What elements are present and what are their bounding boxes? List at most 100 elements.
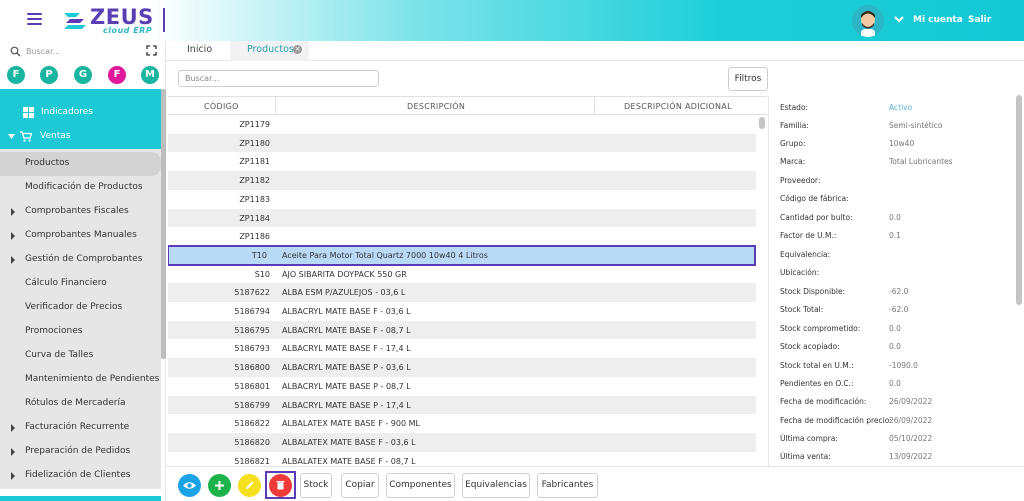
detail-familia: Familia: Semi-sintético	[769, 117, 1015, 135]
table-row[interactable]: 5186793 ALBACRYL MATE BASE F - 17,4 L	[168, 339, 756, 358]
account-link[interactable]: Mi cuenta	[913, 15, 963, 25]
detail-value: 26/09/2022	[889, 397, 933, 406]
sidebar-item-modificacion-productos[interactable]: Modificación de Productos	[0, 176, 161, 200]
manufacturers-button[interactable]: Fabricantes	[537, 473, 598, 498]
table-row[interactable]: ZP1184	[168, 208, 756, 228]
sidebar-item-ventas[interactable]: Ventas	[0, 125, 161, 149]
equivalences-button[interactable]: Equivalencias	[462, 473, 530, 498]
column-header-descripcion[interactable]: DESCRIPCIÓN	[407, 102, 465, 111]
detail-value: -1090.0	[889, 361, 918, 370]
table-row[interactable]: ZP1181	[168, 152, 756, 171]
sidebar-item-comprobantes-fiscales[interactable]: Comprobantes Fiscales	[0, 200, 161, 224]
sidebar-item-promociones[interactable]: Promociones	[0, 320, 161, 344]
detail-value: Total Lubricantes	[889, 157, 953, 166]
sidebar-item-verificador-precios[interactable]: Verificador de Precios	[0, 296, 161, 320]
components-button[interactable]: Componentes	[386, 473, 455, 498]
table-row[interactable]: 5186799 ALBACRYL MATE BASE P - 17,4 L	[168, 395, 756, 415]
row-code: 5186794	[234, 307, 270, 316]
detail-value: 0.0	[889, 379, 901, 388]
hamburger-icon[interactable]	[27, 13, 42, 26]
quick-links: F P G F M	[7, 66, 163, 86]
header-divider	[163, 8, 165, 32]
detail-value: 13/09/2022	[889, 452, 933, 461]
delete-button[interactable]	[269, 474, 292, 497]
sidebar-item-label: Fidelización de Clientes	[25, 470, 131, 480]
sidebar-item-label: Ventas	[40, 131, 71, 141]
quick-link-f2[interactable]: F	[108, 66, 126, 84]
quick-link-g[interactable]: G	[74, 66, 92, 84]
table-row[interactable]: 5186800 ALBACRYL MATE BASE P - 03,6 L	[168, 358, 756, 377]
sidebar-item-label: Cálculo Financiero	[25, 278, 107, 288]
sidebar-item-gestion-comprobantes[interactable]: Gestión de Comprobantes	[0, 248, 161, 272]
row-code: 5186799	[234, 400, 270, 410]
close-icon[interactable]: ×	[293, 45, 302, 54]
add-button[interactable]	[208, 474, 231, 497]
chevron-down-icon[interactable]	[893, 13, 905, 25]
sidebar-item-comprobantes-manuales[interactable]: Comprobantes Manuales	[0, 224, 161, 248]
table-row[interactable]: ZP1183	[168, 190, 756, 209]
table-row[interactable]: ZP1186	[168, 227, 756, 246]
search-icon	[10, 46, 21, 57]
view-button[interactable]	[178, 474, 201, 497]
detail-stock-total: Stock Total: -62.0	[769, 301, 1015, 319]
table-row[interactable]: 5186795 ALBACRYL MATE BASE F - 08,7 L	[168, 320, 756, 340]
sidebar-item-curva-talles[interactable]: Curva de Talles	[0, 344, 161, 368]
table-row[interactable]: 5186794 ALBACRYL MATE BASE F - 03,6 L	[168, 302, 756, 321]
quick-link-m[interactable]: M	[141, 66, 159, 84]
table-row[interactable]: 5187622 ALBA ESM P/AZULEJOS - 03,6 L	[168, 283, 756, 302]
sidebar-item-fidelizacion-clientes[interactable]: Fidelización de Clientes	[0, 464, 161, 488]
sidebar-item-indicadores[interactable]: Indicadores	[0, 101, 161, 125]
sidebar-item-mantenimiento-pendientes[interactable]: Mantenimiento de Pendientes	[0, 368, 161, 392]
eye-icon	[183, 482, 196, 489]
table-row[interactable]: ZP1180	[168, 133, 756, 153]
table-row[interactable]: 5186820 ALBALATEX MATE BASE F - 03,6 L	[168, 432, 756, 452]
column-header-descripcion-adicional[interactable]: DESCRIPCIÓN ADICIONAL	[624, 102, 732, 111]
sidebar-item-label: Gestión de Comprobantes	[25, 254, 143, 264]
table-row[interactable]: 5186801 ALBACRYL MATE BASE P - 08,7 L	[168, 377, 756, 396]
quick-link-f[interactable]: F	[7, 66, 25, 84]
user-avatar[interactable]	[852, 5, 884, 37]
tab-inicio[interactable]: Inicio	[187, 44, 212, 55]
sidebar-item-calculo-financiero[interactable]: Cálculo Financiero	[0, 272, 161, 296]
sidebar-search[interactable]: Buscar...	[10, 45, 160, 61]
detail-label: Estado:	[780, 103, 809, 112]
detail-marca: Marca: Total Lubricantes	[769, 153, 1015, 171]
edit-button[interactable]	[238, 474, 261, 497]
filters-button[interactable]: Filtros	[728, 67, 768, 91]
table-scrollbar[interactable]	[759, 117, 765, 463]
row-code: ZP1186	[239, 232, 270, 242]
detail-label: Ubicación:	[780, 268, 820, 277]
sidebar-item-facturacion-recurrente[interactable]: Facturación Recurrente	[0, 416, 161, 440]
stock-button[interactable]: Stock	[300, 473, 332, 498]
column-header-codigo[interactable]: CÓDIGO	[204, 102, 239, 111]
row-description: ALBALATEX MATE BASE F - 900 ML	[282, 419, 420, 429]
row-code: 5186822	[234, 419, 270, 429]
sidebar-item-preparacion-pedidos[interactable]: Preparación de Pedidos	[0, 440, 161, 464]
sidebar-search-input[interactable]: Buscar...	[26, 47, 60, 56]
detail-estado: Estado: Activo	[769, 99, 1015, 117]
pencil-icon	[246, 481, 254, 489]
table-row-selected[interactable]: T10 Aceite Para Motor Total Quartz 7000 1…	[168, 244, 756, 266]
sidebar-scrollbar[interactable]	[161, 89, 166, 359]
table-row[interactable]: ZP1182	[168, 171, 756, 190]
scrollbar-thumb[interactable]	[759, 117, 765, 129]
row-description: AJO SIBARITA DOYPACK 550 GR	[282, 269, 407, 279]
details-scrollbar[interactable]	[1016, 95, 1022, 305]
detail-label: Stock comprometido:	[780, 324, 861, 333]
table-row[interactable]: S10 AJO SIBARITA DOYPACK 550 GR	[168, 265, 756, 284]
detail-value: 0.0	[889, 213, 901, 222]
product-search-input[interactable]: Buscar...	[178, 70, 379, 87]
tab-productos[interactable]: Productos	[247, 44, 294, 55]
quick-link-p[interactable]: P	[40, 66, 58, 84]
detail-ultima-compra: Última compra: 05/10/2022	[769, 430, 1015, 448]
sidebar-item-productos[interactable]: Productos	[0, 152, 161, 176]
row-description: ALBALATEX MATE BASE F - 08,7 L	[282, 456, 416, 465]
table-row[interactable]: ZP1179	[168, 115, 756, 134]
logout-link[interactable]: Salir	[968, 15, 991, 25]
sidebar-item-rotulos-mercaderia[interactable]: Rótulos de Mercadería	[0, 392, 161, 416]
sidebar-item-label: Facturación Recurrente	[25, 422, 130, 432]
copy-button[interactable]: Copiar	[341, 473, 379, 498]
table-row[interactable]: 5186821 ALBALATEX MATE BASE F - 08,7 L	[168, 452, 756, 465]
table-row[interactable]: 5186822 ALBALATEX MATE BASE F - 900 ML	[168, 414, 756, 433]
expand-icon[interactable]	[146, 45, 157, 56]
